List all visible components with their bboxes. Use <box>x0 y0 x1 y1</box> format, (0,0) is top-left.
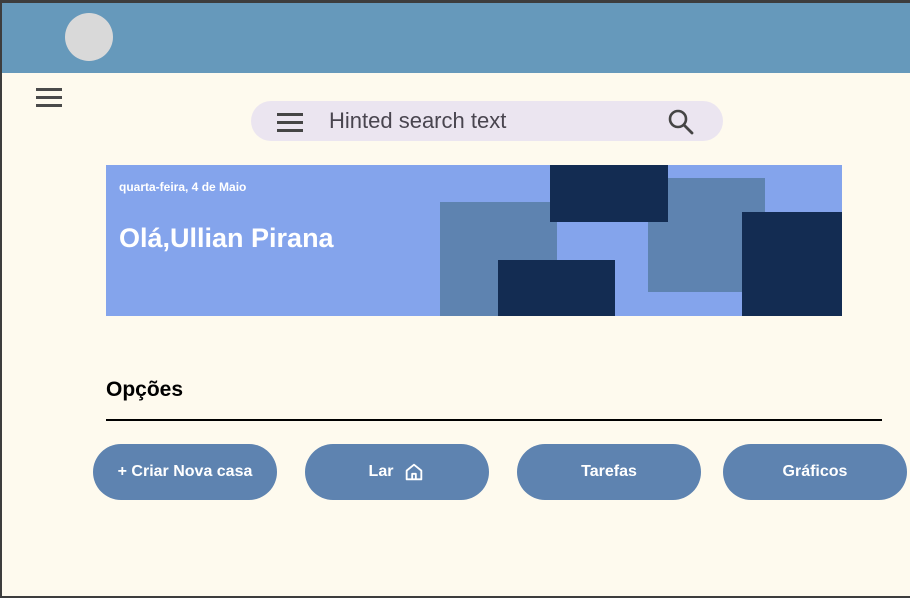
menu-icon[interactable] <box>36 86 64 110</box>
search-icon[interactable] <box>667 108 695 136</box>
search-input[interactable] <box>329 106 649 136</box>
create-house-button[interactable]: + Criar Nova casa <box>93 444 277 500</box>
create-house-label: + Criar Nova casa <box>117 463 253 480</box>
search-bar <box>251 101 723 141</box>
avatar[interactable] <box>65 13 113 61</box>
banner-decor-block <box>550 165 668 222</box>
charts-button[interactable]: Gráficos <box>723 444 907 500</box>
banner-date: quarta-feira, 4 de Maio <box>119 180 247 194</box>
charts-label: Gráficos <box>782 463 848 480</box>
home-icon <box>406 463 423 481</box>
home-button[interactable]: Lar <box>305 444 489 500</box>
home-label: Lar <box>368 463 394 480</box>
tasks-label: Tarefas <box>581 463 637 480</box>
banner-decor-block <box>742 212 842 316</box>
app-window: quarta-feira, 4 de Maio Olá,Ullian Piran… <box>0 0 910 598</box>
banner-greeting: Olá,Ullian Pirana <box>119 223 334 253</box>
banner-decor-block <box>498 260 615 316</box>
greeting-banner: quarta-feira, 4 de Maio Olá,Ullian Piran… <box>106 165 842 316</box>
search-menu-icon[interactable] <box>277 110 305 132</box>
options-heading: Opções <box>106 378 184 401</box>
tasks-button[interactable]: Tarefas <box>517 444 701 500</box>
top-app-bar <box>2 3 910 73</box>
divider <box>106 419 882 421</box>
